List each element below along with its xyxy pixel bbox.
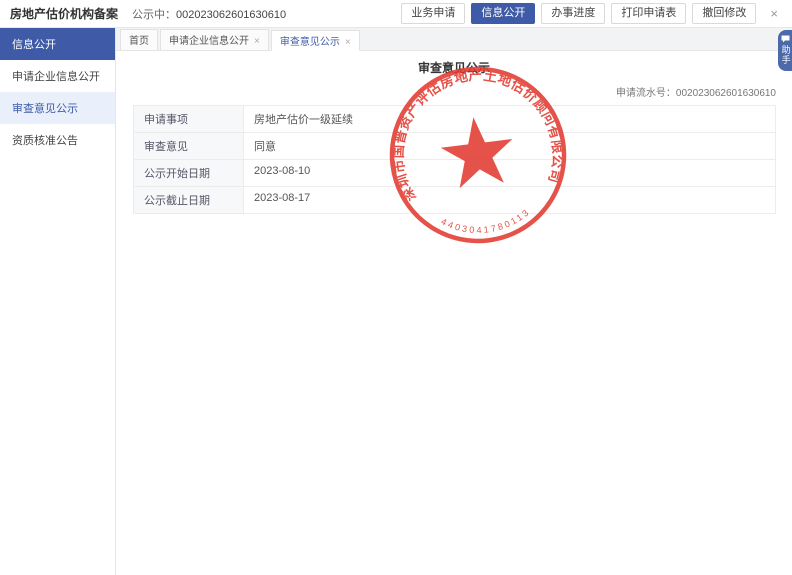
tab-close-icon[interactable]: × (254, 34, 260, 49)
tab-enterprise-info-label: 申请企业信息公开 (169, 34, 249, 49)
chat-bubble-icon (781, 35, 790, 43)
table-row: 公示截止日期 2023-08-17 (134, 187, 775, 214)
serial-no: 002023062601630610 (676, 88, 776, 99)
tab-enterprise-info[interactable]: 申请企业信息公开 × (160, 29, 269, 50)
main-area: 信息公开 申请企业信息公开 审查意见公示 资质核准公告 首页 申请企业信息公开 … (0, 28, 792, 575)
row-label: 申请事项 (134, 106, 244, 132)
top-bar: 房地产估价机构备案 公示中：002023062601630610 业务申请 信息… (0, 0, 792, 28)
assistant-button[interactable]: 助手 (778, 30, 792, 71)
table-row: 申请事项 房地产估价一级延续 (134, 106, 775, 133)
business-apply-button[interactable]: 业务申请 (401, 3, 465, 24)
close-icon[interactable]: × (770, 6, 778, 21)
tab-review-opinion[interactable]: 审查意见公示 × (271, 30, 360, 51)
tab-home-label: 首页 (129, 34, 149, 49)
tab-home[interactable]: 首页 (120, 29, 158, 50)
serial-number: 申请流水号：002023062601630610 (116, 84, 776, 99)
publicity-number: 公示中：002023062601630610 (132, 6, 286, 22)
row-value: 同意 (244, 133, 775, 159)
tab-review-opinion-label: 审查意见公示 (280, 35, 340, 50)
print-application-button[interactable]: 打印申请表 (611, 3, 686, 24)
sidebar-item-qualification-notice[interactable]: 资质核准公告 (0, 124, 115, 156)
row-label: 公示开始日期 (134, 160, 244, 186)
progress-button[interactable]: 办事进度 (541, 3, 605, 24)
info-disclosure-button[interactable]: 信息公开 (471, 3, 535, 24)
content-panel: 首页 申请企业信息公开 × 审查意见公示 × 审查意见公示 申请流水号：0020… (116, 28, 792, 575)
row-label: 审查意见 (134, 133, 244, 159)
tab-close-icon[interactable]: × (345, 35, 351, 50)
publicity-label: 公示中： (132, 9, 176, 21)
app-title: 房地产估价机构备案 (10, 5, 118, 22)
row-value: 房地产估价一级延续 (244, 106, 775, 132)
withdraw-modify-button[interactable]: 撤回修改 (692, 3, 756, 24)
publicity-no: 002023062601630610 (176, 9, 286, 21)
sidebar: 信息公开 申请企业信息公开 审查意见公示 资质核准公告 (0, 28, 116, 575)
table-row: 审查意见 同意 (134, 133, 775, 160)
tab-strip: 首页 申请企业信息公开 × 审查意见公示 × (116, 28, 792, 51)
review-table: 申请事项 房地产估价一级延续 审查意见 同意 公示开始日期 2023-08-10… (133, 105, 776, 214)
row-value: 2023-08-17 (244, 187, 775, 213)
sidebar-item-enterprise-info[interactable]: 申请企业信息公开 (0, 60, 115, 92)
sidebar-title: 信息公开 (0, 28, 115, 60)
table-row: 公示开始日期 2023-08-10 (134, 160, 775, 187)
topbar-actions: 业务申请 信息公开 办事进度 打印申请表 撤回修改 × (395, 3, 784, 24)
row-value: 2023-08-10 (244, 160, 775, 186)
row-label: 公示截止日期 (134, 187, 244, 213)
sidebar-item-review-opinion[interactable]: 审查意见公示 (0, 92, 115, 124)
page-title: 审查意见公示 (116, 59, 792, 76)
serial-label: 申请流水号： (616, 88, 676, 99)
assistant-label: 助手 (779, 45, 790, 65)
